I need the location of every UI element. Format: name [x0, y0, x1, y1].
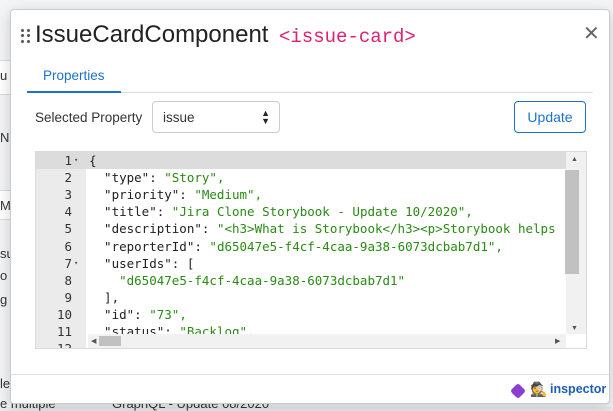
inspector-label[interactable]: inspector: [550, 382, 606, 396]
scroll-right-icon[interactable]: ▶: [555, 337, 560, 345]
code-key: "userIds": [: [89, 255, 195, 271]
code-string: "73",: [149, 306, 187, 322]
scroll-down-icon[interactable]: ▼: [571, 325, 578, 332]
code-text: "title": "Jira Clone Storybook - Update …: [89, 203, 473, 220]
background-text: o: [0, 268, 8, 283]
background-text: le: [0, 376, 11, 391]
code-text: ],: [89, 289, 119, 306]
code-key: "priority":: [89, 187, 195, 203]
code-text: "userIds": [: [89, 255, 194, 272]
code-string: "d65047e5-f4cf-4caa-9a38-6073dcbab7d1": [119, 272, 406, 288]
line-number: 7: [64, 255, 72, 271]
background-text: u: [0, 68, 8, 83]
line-number: 11: [56, 324, 72, 339]
code-text: "reporterId": "d65047e5-f4cf-4caa-9a38-6…: [89, 238, 503, 255]
line-number: 4: [64, 204, 72, 220]
code-string: "Medium",: [194, 187, 263, 203]
code-key: {: [89, 153, 97, 168]
panel-header: IssueCardComponent <issue-card> ✕: [11, 10, 609, 58]
inspector-panel: IssueCardComponent <issue-card> ✕ Proper…: [10, 9, 610, 404]
code-string: "d65047e5-f4cf-4caa-9a38-6073dcbab7d1",: [209, 238, 503, 254]
close-icon[interactable]: ✕: [583, 24, 600, 44]
background-text: g: [0, 292, 8, 307]
line-number: 8: [64, 272, 72, 288]
line-number: 3: [64, 187, 72, 203]
line-number: 9: [64, 289, 72, 305]
line-number: 6: [64, 238, 72, 254]
code-text: "id": "73",: [89, 306, 187, 323]
property-select-value: issue: [163, 110, 195, 125]
line-number: 12: [56, 341, 72, 349]
angular-logo-icon: [510, 383, 526, 399]
spy-icon: 🕵: [530, 381, 548, 397]
line-number: 5: [64, 221, 72, 237]
code-text: "description": "<h3>What is Storybook</h…: [89, 220, 556, 237]
property-select[interactable]: issue ▲ ▼: [152, 101, 280, 133]
select-arrows-icon: ▲ ▼: [261, 108, 270, 126]
code-string: "Story",: [164, 170, 225, 186]
code-string: "Jira Clone Storybook - Update 10/2020",: [171, 204, 473, 220]
component-selector: <issue-card>: [279, 26, 416, 48]
horizontal-scroll-thumb[interactable]: [99, 336, 121, 346]
selected-property-label: Selected Property: [35, 110, 143, 125]
code-key: "reporterId":: [89, 238, 210, 254]
code-string: "<h3>What is Storybook</h3><p>Storybook …: [216, 221, 556, 237]
code-text: "priority": "Medium",: [89, 186, 262, 203]
line-number: 2: [64, 170, 72, 186]
scroll-up-icon[interactable]: ▲: [571, 156, 578, 163]
code-text: {: [89, 152, 97, 169]
component-title: IssueCardComponent: [35, 21, 269, 48]
panel-footer: 🕵 inspector: [11, 374, 609, 403]
vertical-scroll-thumb[interactable]: [565, 170, 579, 274]
fold-arrow-icon[interactable]: ▾: [74, 152, 78, 169]
code-key: [89, 273, 119, 288]
code-key: "description":: [89, 221, 217, 237]
code-key: "id":: [89, 306, 150, 322]
tab-bar: Properties: [27, 63, 593, 93]
fold-arrow-icon[interactable]: ▾: [74, 255, 78, 272]
drag-handle-icon[interactable]: [21, 29, 31, 43]
code-key: "title":: [89, 204, 172, 220]
line-number: 10: [56, 306, 72, 322]
scroll-left-icon[interactable]: ◀: [91, 337, 96, 345]
code-text: "type": "Story",: [89, 169, 224, 186]
update-button[interactable]: Update: [514, 101, 586, 133]
code-key: "type":: [89, 170, 165, 186]
code-text: "d65047e5-f4cf-4caa-9a38-6073dcbab7d1": [89, 272, 405, 289]
active-line-highlight: [36, 152, 566, 169]
background-text: N: [0, 130, 10, 145]
line-number: 1: [64, 153, 72, 168]
code-key: ],: [89, 289, 120, 305]
tab-properties[interactable]: Properties: [27, 63, 121, 93]
horizontal-scrollbar[interactable]: [88, 334, 566, 348]
json-editor[interactable]: 1 ▾{2 "type": "Story", 3 "priority": "Medi…: [35, 151, 587, 349]
